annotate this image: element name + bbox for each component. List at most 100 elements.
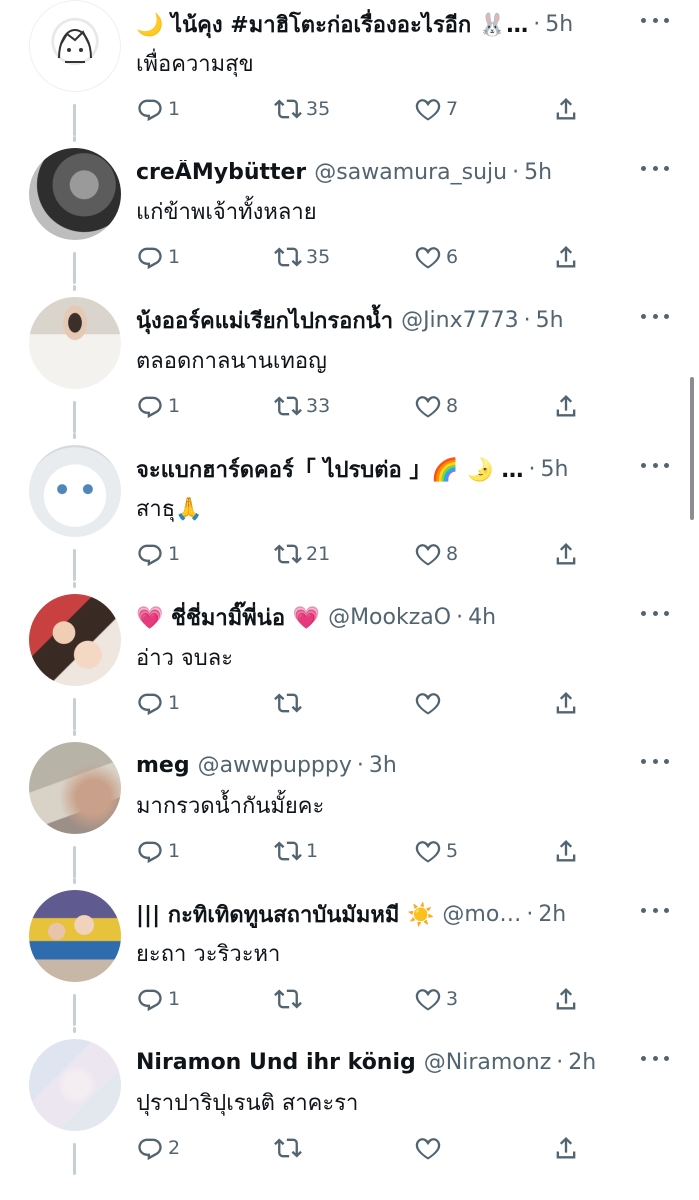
share-button[interactable] [552,241,580,273]
tweet[interactable]: Niramon Und ihr könig @Niramonz · 2h ปุร… [0,1026,699,1175]
timestamp[interactable]: 3h [369,753,397,778]
avatar[interactable] [29,148,121,241]
timestamp[interactable]: 5h [524,160,552,185]
more-options-icon[interactable] [641,307,669,327]
timestamp[interactable]: 2h [538,902,566,927]
like-button[interactable]: 8 [414,390,458,422]
reply-button[interactable]: 1 [136,390,180,422]
more-options-icon[interactable] [641,604,669,624]
more-options-icon[interactable] [641,1049,669,1069]
display-name[interactable]: นุ้งออร์คแม่เรียกไปกรอกน้ำ [136,303,393,338]
user-handle[interactable]: @MookzaO [328,605,451,630]
tweet-actions: 1 35 7 [136,93,596,125]
share-icon [552,689,580,717]
user-handle[interactable]: @Jinx7773 [401,308,519,333]
retweet-button[interactable]: 35 [274,241,330,273]
tweet[interactable]: 💗 ชี่ชี่มามิ๊พี่น่อ 💗 @MookzaO · 4h อ่าว… [0,581,699,730]
share-button[interactable] [552,835,580,867]
like-button[interactable]: 6 [414,241,458,273]
tweet-actions: 1 3 [136,983,596,1015]
reply-icon [136,243,164,271]
heart-icon [414,95,442,123]
share-button[interactable] [552,687,580,719]
blurry-photo-avatar [29,741,121,834]
tweet[interactable]: จะแบกฮาร์ดคอร์「 ไปรบต่อ 」🌈 🌛 … · 5h สาธุ… [0,433,699,582]
person-white-shirt-avatar [29,296,121,389]
tweet[interactable]: ||| กะทิเทิดทูนสถาบันมัมหมี ☀️ @mo… · 2h… [0,878,699,1027]
retweet-button[interactable]: 33 [274,390,330,422]
like-button[interactable]: 8 [414,538,458,570]
share-button[interactable] [552,93,580,125]
retweet-button[interactable]: 1 [274,835,318,867]
user-handle[interactable]: @mo… [442,902,521,927]
like-button[interactable]: 5 [414,835,458,867]
like-button[interactable]: 3 [414,983,458,1015]
display-name[interactable]: meg [136,753,190,778]
user-handle[interactable]: @sawamura_suju [314,160,507,185]
retweet-button[interactable] [274,687,306,719]
reply-button[interactable]: 1 [136,835,180,867]
avatar[interactable] [29,890,121,983]
avatar[interactable] [29,593,121,686]
user-handle[interactable]: @Niramonz [424,1050,551,1075]
tweet-text: อ่าว จบละ [136,645,234,671]
retweet-count: 35 [306,98,331,120]
avatar[interactable] [29,445,121,538]
separator-dot: · [533,11,541,37]
retweet-button[interactable]: 35 [274,93,330,125]
timestamp[interactable]: 5h [545,12,573,37]
reply-button[interactable]: 1 [136,983,180,1015]
avatar[interactable] [29,296,121,389]
timestamp[interactable]: 2h [568,1050,596,1075]
more-options-icon[interactable] [641,158,669,178]
like-button[interactable]: 7 [414,93,458,125]
timestamp[interactable]: 4h [468,605,496,630]
share-button[interactable] [552,390,580,422]
display-name[interactable]: จะแบกฮาร์ดคอร์「 ไปรบต่อ 」🌈 🌛 … [136,452,524,487]
avatar[interactable] [29,0,121,92]
tweet-actions: 1 [136,687,596,719]
tweet[interactable]: meg @awwpupppy · 3h มากรวดน้ำกันมั้ยคะ 1… [0,729,699,878]
tweet-actions: 1 1 5 [136,835,596,867]
more-options-icon[interactable] [641,900,669,920]
reply-icon [136,837,164,865]
avatar[interactable] [29,741,121,834]
more-options-icon[interactable] [641,10,669,30]
timestamp[interactable]: 5h [536,308,564,333]
tweet-actions: 1 33 8 [136,390,596,422]
retweet-icon [274,243,302,271]
display-name[interactable]: Niramon Und ihr könig [136,1050,416,1075]
display-name[interactable]: 🌙 ไน้คุง #มาฮิโตะก่อเรื่องอะไรอีก 🐰… [136,7,528,42]
reply-count: 1 [168,691,181,714]
user-handle[interactable]: @awwpupppy [198,753,352,778]
retweet-button[interactable] [274,983,306,1015]
display-name[interactable]: creÄMybütter [136,160,306,185]
heart-icon [414,1134,442,1162]
retweet-icon [274,689,302,717]
heart-icon [414,540,442,568]
retweet-button[interactable] [274,1132,306,1164]
reply-button[interactable]: 2 [136,1132,180,1164]
share-button[interactable] [552,1132,580,1164]
tweet[interactable]: นุ้งออร์คแม่เรียกไปกรอกน้ำ @Jinx7773 · 5… [0,284,699,433]
reply-button[interactable]: 1 [136,538,180,570]
display-name[interactable]: ||| กะทิเทิดทูนสถาบันมัมหมี ☀️ [136,897,434,932]
display-name[interactable]: 💗 ชี่ชี่มามิ๊พี่น่อ 💗 [136,600,320,635]
reply-button[interactable]: 1 [136,687,180,719]
like-button[interactable] [414,687,446,719]
timestamp[interactable]: 5h [541,457,569,482]
scrollbar[interactable] [690,377,694,520]
retweet-button[interactable]: 21 [274,538,330,570]
reply-button[interactable]: 1 [136,93,180,125]
like-button[interactable] [414,1132,446,1164]
thread-line [73,1142,76,1175]
tweet[interactable]: creÄMybütter @sawamura_suju · 5h แก่ข้าพ… [0,136,699,285]
tweet[interactable]: 🌙 ไน้คุง #มาฮิโตะก่อเรื่องอะไรอีก 🐰… · 5… [0,0,699,136]
more-options-icon[interactable] [641,752,669,772]
share-button[interactable] [552,983,580,1015]
thread-line [73,1026,76,1033]
reply-button[interactable]: 1 [136,241,180,273]
more-options-icon[interactable] [641,455,669,475]
share-button[interactable] [552,538,580,570]
avatar[interactable] [29,1038,121,1131]
